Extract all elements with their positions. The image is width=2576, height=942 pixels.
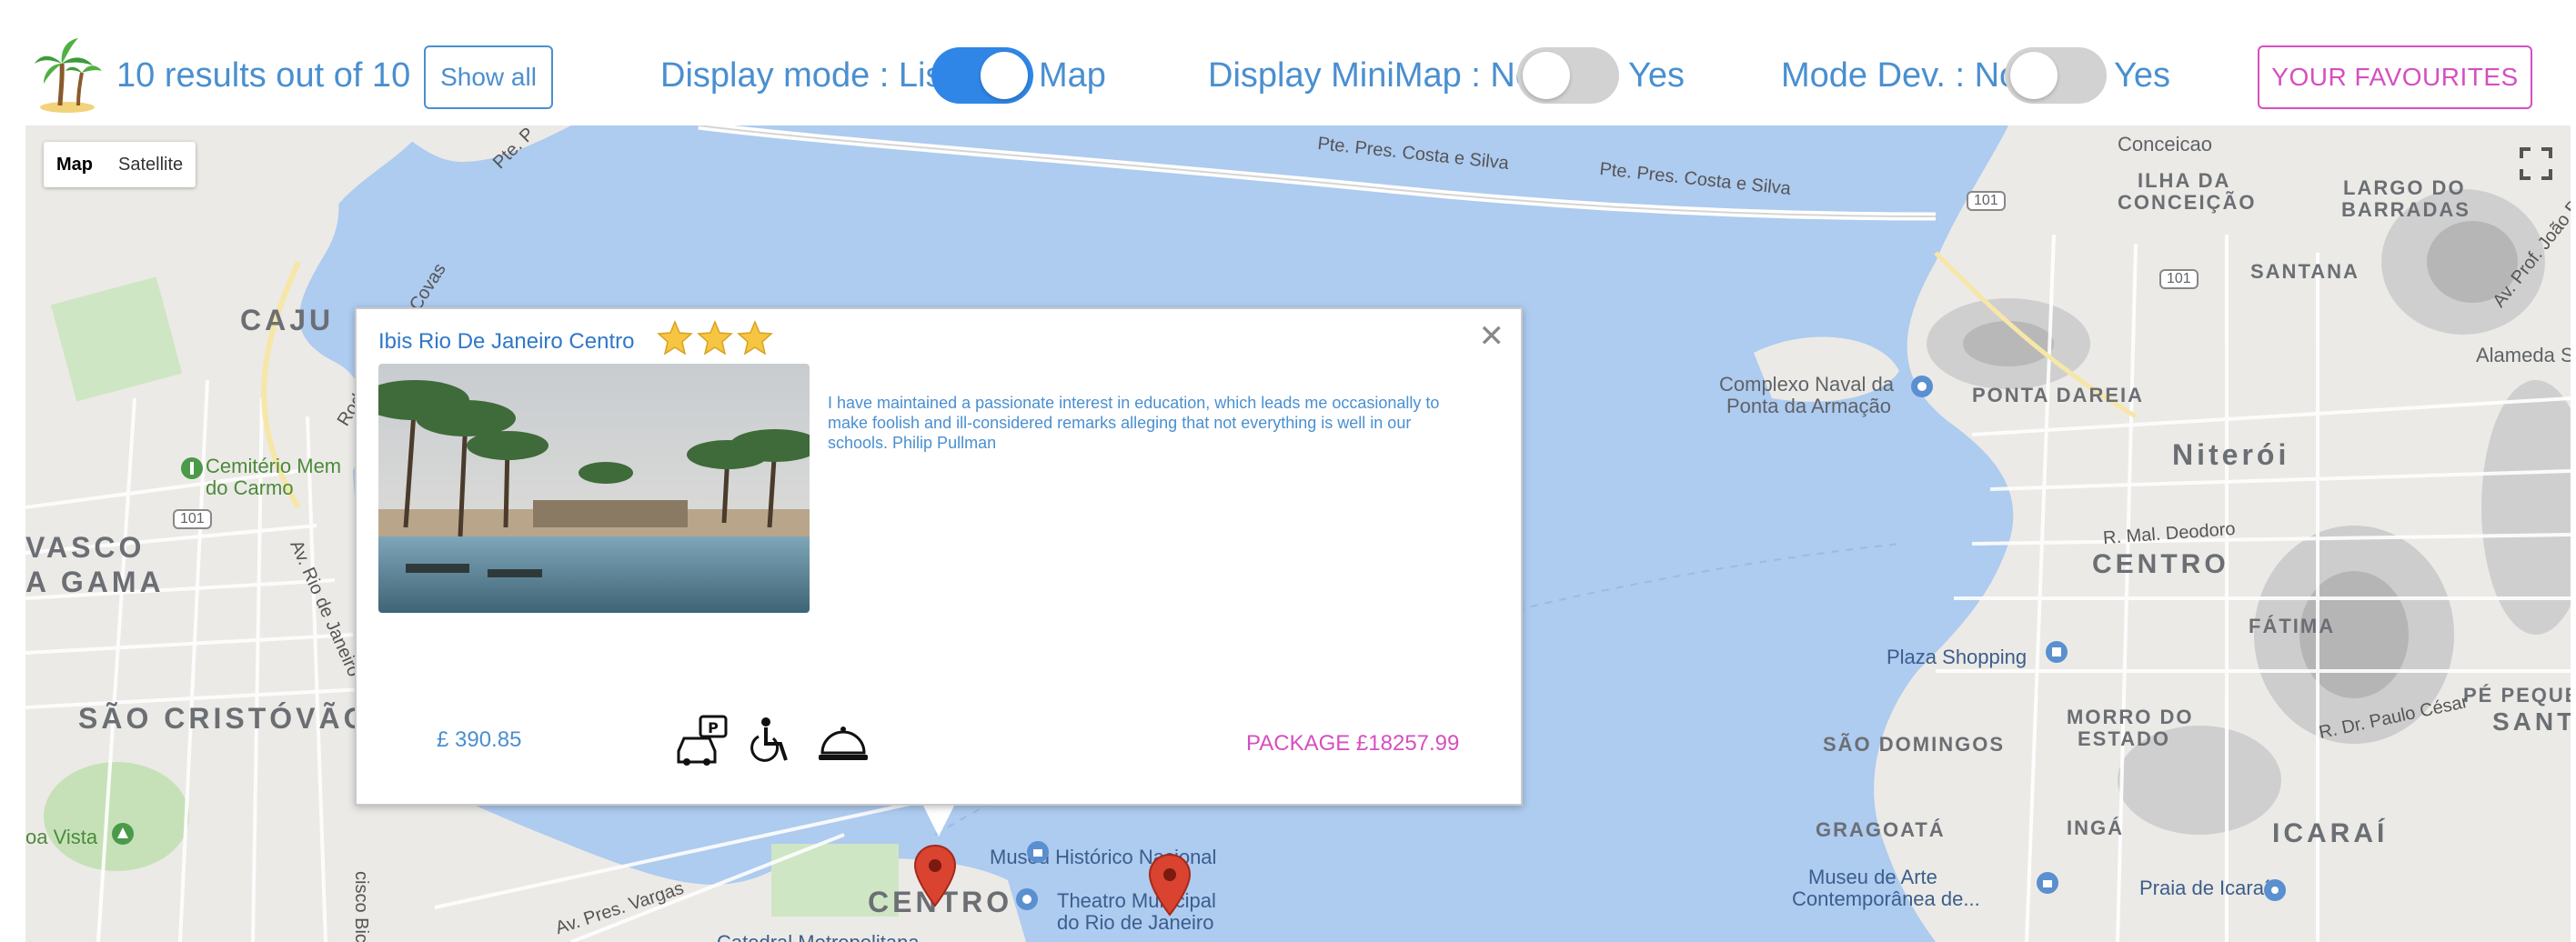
hotel-marker-pin[interactable]	[1148, 853, 1192, 917]
hotel-infowindow: ✕ Ibis Rio De Janeiro Centro I have main…	[355, 307, 1523, 806]
theatre-poi-icon[interactable]	[1013, 886, 1041, 913]
highway-shield: 101	[2159, 269, 2199, 289]
map-label-pe-pequeno: PÉ PEQUENO	[2463, 684, 2571, 706]
toggle-knob	[2010, 52, 2058, 99]
map-label-boa-vista: oa Vista	[25, 826, 98, 848]
svg-text:P: P	[708, 719, 719, 737]
map-label-inga: INGÁ	[2067, 817, 2124, 839]
star-icon	[737, 320, 773, 356]
display-mode-map-label: Map	[1039, 56, 1106, 95]
map-label-theatro-1: Theatro Municipal	[1057, 889, 1216, 912]
map-label-icarai: ICARAÍ	[2272, 818, 2389, 848]
mode-dev-label: Mode Dev. : No	[1781, 56, 2019, 95]
parking-icon: P	[677, 715, 728, 766]
map-label-sao-domingos: SÃO DOMINGOS	[1823, 733, 2006, 756]
map-type-control: Map Satellite	[44, 142, 196, 187]
beach-poi-icon[interactable]	[2261, 877, 2289, 904]
map-label-complexo-2: Ponta da Armação	[1726, 395, 1892, 417]
museum-poi-icon[interactable]	[2034, 869, 2061, 897]
highway-shield: 101	[1967, 191, 2006, 211]
hotel-name-link[interactable]: Ibis Rio De Janeiro Centro	[378, 329, 634, 355]
map-label-praia-icarai: Praia de Icaraí	[2139, 877, 2270, 899]
map-type-map-button[interactable]: Map	[44, 142, 106, 187]
map-label-santana: SANTANA	[2250, 260, 2360, 283]
map-label-centro-niteroi: CENTRO	[2092, 549, 2229, 579]
your-favourites-button[interactable]: YOUR FAVOURITES	[2258, 45, 2532, 109]
room-service-icon	[819, 727, 868, 760]
hotel-price: £ 390.85	[437, 727, 522, 752]
map-label-museu-arte-2: Contemporânea de...	[1792, 887, 1980, 910]
close-icon[interactable]: ✕	[1479, 318, 1505, 355]
map-type-satellite-button[interactable]: Satellite	[106, 142, 196, 187]
top-toolbar: 10 results out of 10 Show all Display mo…	[0, 0, 2576, 125]
map-label-niteroi: Niterói	[2172, 438, 2290, 471]
cemetery-poi-icon[interactable]	[178, 455, 206, 482]
display-mode-toggle[interactable]	[931, 47, 1033, 104]
results-count: 10 results out of 10	[116, 56, 411, 95]
palm-tree-icon	[35, 38, 102, 113]
accessible-icon	[750, 717, 788, 762]
map-label-plaza-shopping: Plaza Shopping	[1887, 646, 2028, 668]
park-poi-icon[interactable]	[109, 820, 136, 847]
map-label-morro-do: MORRO DO	[2067, 706, 2194, 728]
star-rating	[657, 320, 773, 356]
map-label-cemiterio: Cemitério Mem	[206, 455, 342, 477]
hotel-description: I have maintained a passionate interest …	[828, 394, 1440, 452]
toggle-knob	[981, 52, 1028, 99]
map-label-museu-arte-1: Museu de Arte	[1808, 866, 1937, 888]
map-label-alameda: Alameda Sa	[2476, 344, 2571, 366]
map-label-gragoata: GRAGOATÁ	[1816, 818, 1946, 841]
fullscreen-icon[interactable]	[2518, 145, 2554, 182]
map-label-sao-cristovao: SÃO CRISTÓVÃO	[78, 702, 370, 735]
map-label-vasco: VASCO	[25, 531, 146, 564]
map-label-gama: A GAMA	[25, 566, 165, 598]
minimap-toggle[interactable]	[1517, 47, 1619, 104]
map-label-do-carmo: do Carmo	[206, 476, 294, 499]
map-label-barradas: BARRADAS	[2341, 198, 2470, 221]
map-label-caju: CAJU	[240, 304, 335, 336]
hotel-marker-pin[interactable]	[913, 844, 957, 907]
package-price: PACKAGE £18257.99	[1246, 731, 1460, 756]
map-label-francisco-bicalho: cisco Bicalho	[351, 871, 371, 942]
minimap-yes-label: Yes	[1628, 56, 1685, 95]
map-label-santa-r: SANTA R	[2492, 707, 2571, 736]
show-all-button[interactable]: Show all	[424, 45, 553, 109]
poi-icon[interactable]	[1908, 373, 1936, 400]
hotel-photo	[378, 364, 810, 613]
museum-poi-icon[interactable]	[1024, 838, 1052, 866]
map-label-ilha-da: ILHA DA	[2138, 169, 2231, 192]
map-label-estado: ESTADO	[2078, 727, 2171, 750]
amenities-list: P	[675, 715, 870, 767]
infowindow-pointer	[922, 804, 955, 837]
map-label-conceicao-caps: CONCEIÇÃO	[2118, 191, 2257, 214]
star-icon	[697, 320, 733, 356]
map-label-ponta-dareia: PONTA DAREIA	[1972, 384, 2144, 406]
display-mode-label: Display mode : List	[660, 56, 953, 95]
map-label-fatima: FÁTIMA	[2249, 615, 2336, 637]
minimap-label: Display MiniMap : No	[1208, 56, 1535, 95]
highway-shield: 101	[173, 509, 212, 529]
map-label-conceicao: Conceicao	[2118, 133, 2212, 155]
map-label-largo-do: LARGO DO	[2343, 176, 2466, 199]
map-label-complexo-1: Complexo Naval da	[1719, 373, 1894, 396]
star-icon	[657, 320, 693, 356]
mode-dev-yes-label: Yes	[2114, 56, 2170, 95]
mode-dev-toggle[interactable]	[2005, 47, 2107, 104]
shopping-poi-icon[interactable]	[2043, 638, 2070, 666]
map-label-catedral: Catedral Metropolitana	[717, 931, 920, 942]
toggle-knob	[1523, 52, 1570, 99]
